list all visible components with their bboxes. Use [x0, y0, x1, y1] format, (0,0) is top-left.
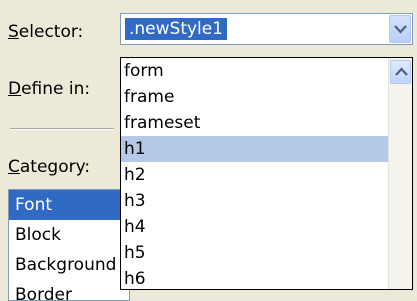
dropdown-item-h3[interactable]: h3: [121, 188, 412, 214]
dropdown-item-h4[interactable]: h4: [121, 214, 412, 240]
define-in-label: Define in:: [8, 79, 90, 99]
selector-dropdown-button[interactable]: [389, 15, 411, 43]
selector-combobox[interactable]: .newStyle1: [120, 13, 413, 45]
dropdown-item-frameset[interactable]: frameset: [121, 110, 412, 136]
dropdown-item-form[interactable]: form: [121, 58, 412, 84]
category-item-font[interactable]: Font: [9, 190, 129, 220]
category-label-mnemonic: C: [8, 157, 20, 177]
dropdown-item-h6[interactable]: h6: [121, 266, 412, 289]
category-label-text: ategory:: [19, 157, 91, 177]
selector-label-text: elector:: [18, 22, 84, 42]
dropdown-item-h5[interactable]: h5: [121, 240, 412, 266]
category-label: Category:: [8, 157, 90, 177]
dropdown-item-h1[interactable]: h1: [121, 136, 412, 162]
category-item-border[interactable]: Border: [9, 280, 129, 300]
category-list[interactable]: Font Block Background Border: [8, 189, 130, 301]
dropdown-scrollbar[interactable]: [388, 58, 412, 289]
separator: [10, 128, 114, 130]
scroll-up-button[interactable]: [390, 60, 411, 84]
selector-value[interactable]: .newStyle1: [125, 18, 228, 40]
selector-label-mnemonic: S: [8, 22, 19, 42]
chevron-down-icon: [394, 25, 407, 34]
category-item-background[interactable]: Background: [9, 250, 129, 280]
chevron-up-icon: [395, 67, 408, 76]
dropdown-item-frame[interactable]: frame: [121, 84, 412, 110]
selector-dropdown-list[interactable]: form frame frameset h1 h2 h3 h4 h5 h6: [120, 57, 413, 290]
selector-label: Selector:: [8, 22, 83, 42]
define-label-mnemonic: D: [8, 79, 22, 99]
define-label-text: efine in:: [21, 79, 91, 99]
dropdown-item-h2[interactable]: h2: [121, 162, 412, 188]
category-item-block[interactable]: Block: [9, 220, 129, 250]
